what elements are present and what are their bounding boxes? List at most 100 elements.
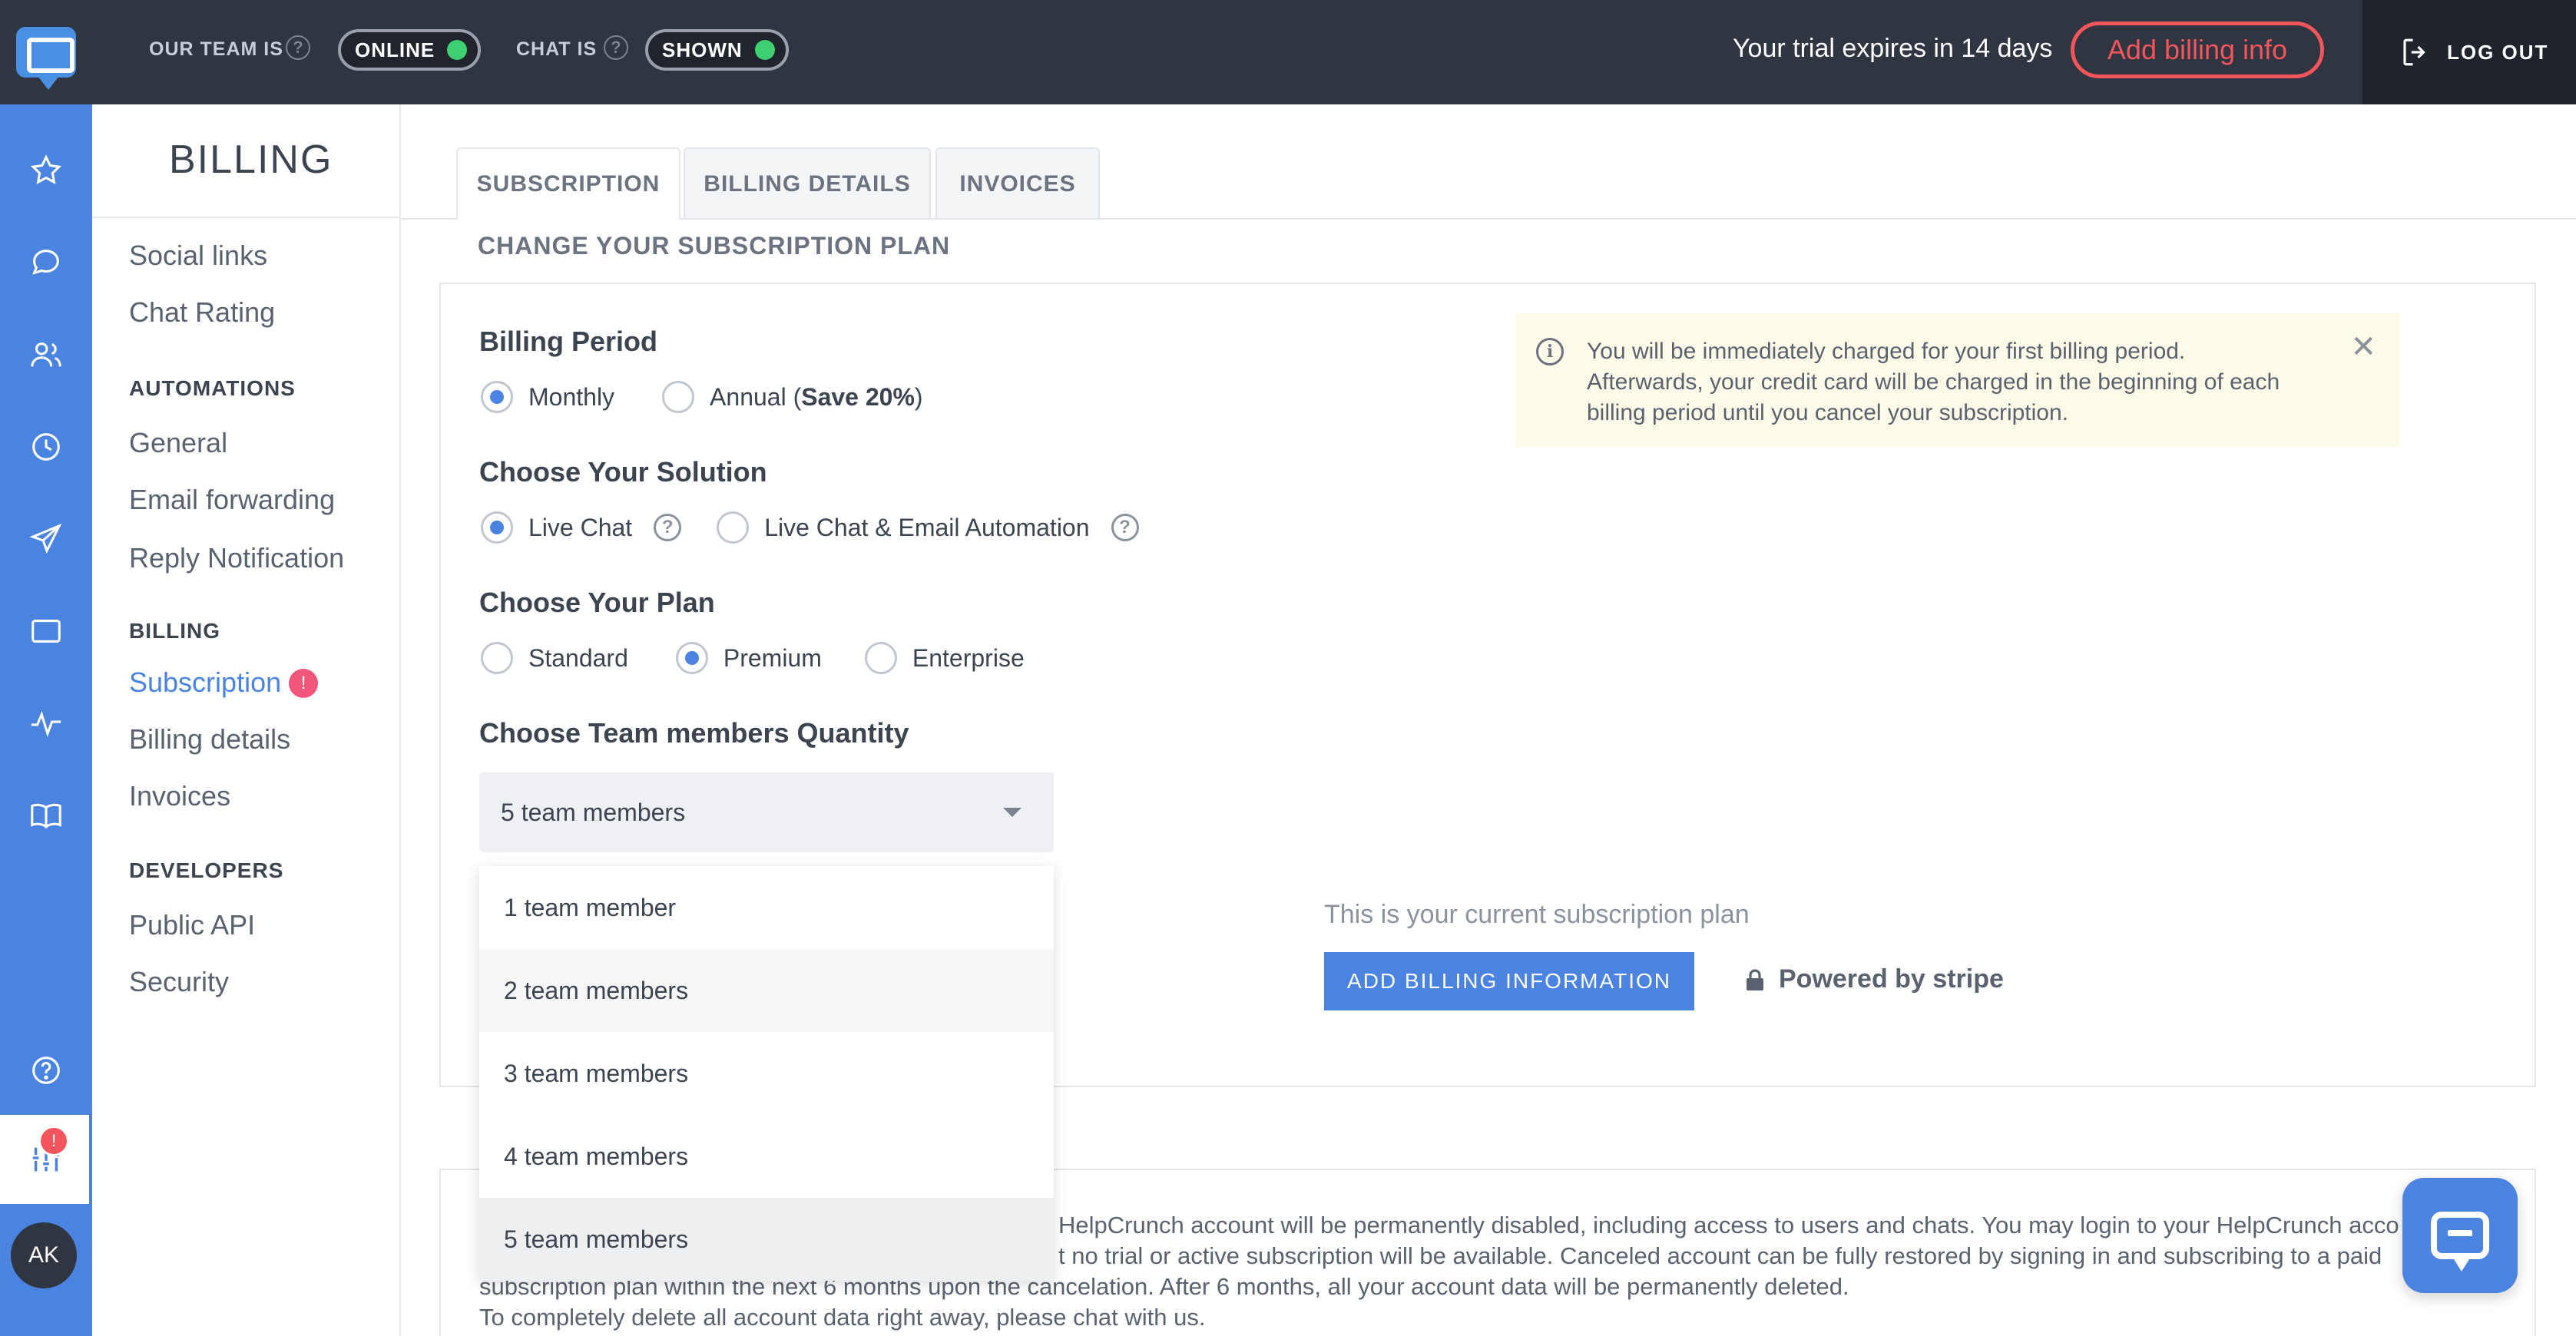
star-icon[interactable] xyxy=(28,152,65,189)
add-billing-info-button[interactable]: Add billing info xyxy=(2071,21,2324,78)
monthly-label: Monthly xyxy=(528,382,615,411)
dropdown-option-3[interactable]: 3 team members xyxy=(479,1032,1054,1115)
help-icon[interactable] xyxy=(28,1052,65,1089)
sidebar-item-invoices[interactable]: Invoices xyxy=(129,780,230,812)
chat-status-value: SHOWN xyxy=(662,38,743,61)
sidebar-item-chat-rating[interactable]: Chat Rating xyxy=(129,296,275,329)
close-icon[interactable]: ✕ xyxy=(2350,332,2376,362)
plan-title: Choose Your Plan xyxy=(479,587,715,618)
sidebar-item-public-api[interactable]: Public API xyxy=(129,909,255,941)
shown-dot-icon xyxy=(754,40,775,60)
current-plan-text: This is your current subscription plan xyxy=(1324,900,1750,929)
section-title: CHANGE YOUR SUBSCRIPTION PLAN xyxy=(478,232,951,260)
notice-line-2: Afterwards, your credit card will be cha… xyxy=(1587,369,2280,395)
sidebar-item-reply-notification[interactable]: Reply Notification xyxy=(129,542,344,574)
sidebar-item-social-links[interactable]: Social links xyxy=(129,240,267,272)
chat-widget-button[interactable] xyxy=(2402,1178,2518,1293)
app-logo[interactable] xyxy=(0,0,92,104)
radio-annual[interactable] xyxy=(662,381,695,413)
dropdown-option-1[interactable]: 1 team member xyxy=(479,866,1054,949)
plan-premium[interactable]: Premium xyxy=(675,642,822,674)
powered-by-stripe: Powered by stripe xyxy=(1745,964,2004,994)
radio-enterprise[interactable] xyxy=(864,642,897,674)
dropdown-option-5[interactable]: 5 team members xyxy=(479,1198,1054,1281)
team-online-toggle[interactable]: ONLINE xyxy=(338,29,482,71)
team-help-icon[interactable]: ? xyxy=(286,35,310,60)
radio-live-chat-email[interactable] xyxy=(717,511,750,544)
page-title: BILLING xyxy=(169,137,333,182)
sidebar-heading-billing: BILLING xyxy=(129,619,220,643)
info-icon: i xyxy=(1536,338,1564,365)
trial-expiry-text: Your trial expires in 14 days xyxy=(1733,34,2053,63)
chat-status-label: CHAT IS xyxy=(516,38,598,60)
window-icon[interactable] xyxy=(28,613,65,650)
team-status-label: OUR TEAM IS xyxy=(149,38,283,60)
solution-options: Live Chat ? Live Chat & Email Automation… xyxy=(481,511,1182,544)
dropdown-option-2[interactable]: 2 team members xyxy=(479,949,1054,1032)
premium-label: Premium xyxy=(723,643,822,672)
book-icon[interactable] xyxy=(28,797,65,834)
sidebar-item-email-forwarding[interactable]: Email forwarding xyxy=(129,484,335,516)
settings-sidebar xyxy=(92,104,401,1336)
sidebar-item-subscription-label: Subscription xyxy=(129,666,282,698)
cancel-text-line-4: To completely delete all account data ri… xyxy=(479,1304,1206,1331)
dropdown-option-4[interactable]: 4 team members xyxy=(479,1115,1054,1198)
tab-subscription[interactable]: SUBSCRIPTION xyxy=(456,147,680,220)
tab-billing-details[interactable]: BILLING DETAILS xyxy=(684,147,931,218)
enterprise-label: Enterprise xyxy=(912,643,1025,672)
users-icon[interactable] xyxy=(28,336,65,373)
sidebar-item-billing-details[interactable]: Billing details xyxy=(129,723,290,756)
tab-invoices[interactable]: INVOICES xyxy=(935,147,1100,218)
online-dot-icon xyxy=(447,40,468,60)
team-quantity-select[interactable]: 5 team members xyxy=(479,772,1054,852)
chat-widget-icon xyxy=(2431,1212,2489,1272)
annual-save-label: Save 20% xyxy=(801,382,915,411)
logout-button[interactable]: LOG OUT xyxy=(2362,0,2576,104)
notice-line-1: You will be immediately charged for your… xyxy=(1587,339,2186,364)
chat-shown-toggle[interactable]: SHOWN xyxy=(645,29,789,71)
activity-icon[interactable] xyxy=(28,705,65,742)
live-chat-email-label: Live Chat & Email Automation xyxy=(764,513,1090,541)
notice-line-3: billing period until you cancel your sub… xyxy=(1587,400,2069,425)
standard-label: Standard xyxy=(528,643,628,672)
solution-title: Choose Your Solution xyxy=(479,456,767,488)
live-chat-help-icon[interactable]: ? xyxy=(654,514,682,541)
caret-down-icon xyxy=(1003,808,1021,817)
billing-period-options: Monthly Annual (Save 20%) xyxy=(481,381,966,413)
live-chat-email-help-icon[interactable]: ? xyxy=(1111,514,1139,541)
team-quantity-value: 5 team members xyxy=(501,798,686,826)
sidebar-heading-developers: DEVELOPERS xyxy=(129,858,284,882)
team-status-value: ONLINE xyxy=(355,38,435,61)
charge-notice: i You will be immediately charged for yo… xyxy=(1516,313,2399,447)
radio-standard[interactable] xyxy=(481,642,513,674)
sidebar-item-general[interactable]: General xyxy=(129,427,227,459)
add-billing-information-button[interactable]: ADD BILLING INFORMATION xyxy=(1324,952,1694,1010)
logo-chat-icon xyxy=(16,27,76,90)
radio-live-chat[interactable] xyxy=(481,511,513,544)
radio-monthly[interactable] xyxy=(481,381,513,413)
plan-enterprise[interactable]: Enterprise xyxy=(864,642,1025,674)
billing-period-annual[interactable]: Annual (Save 20%) xyxy=(662,381,923,413)
solution-live-chat[interactable]: Live Chat ? xyxy=(481,511,682,544)
logout-icon xyxy=(2403,38,2425,66)
sidebar-item-subscription[interactable]: Subscription! xyxy=(129,666,319,699)
user-avatar[interactable]: AK xyxy=(11,1222,77,1288)
cancel-text-line-2: t no trial or active subscription will b… xyxy=(1058,1242,2382,1269)
sidebar-item-security[interactable]: Security xyxy=(129,966,229,998)
send-icon[interactable] xyxy=(28,521,65,557)
powered-by-label: Powered by stripe xyxy=(1779,964,2004,994)
plan-options: Standard Premium Enterprise xyxy=(481,642,1068,674)
chat-help-icon[interactable]: ? xyxy=(604,35,628,60)
settings-alert-badge: ! xyxy=(38,1126,69,1156)
radio-premium[interactable] xyxy=(675,642,708,674)
team-quantity-dropdown: 1 team member 2 team members 3 team memb… xyxy=(479,866,1054,1281)
solution-live-chat-email[interactable]: Live Chat & Email Automation ? xyxy=(717,511,1139,544)
cancel-text-line-1: HelpCrunch account will be permanently d… xyxy=(1058,1212,2399,1238)
plan-standard[interactable]: Standard xyxy=(481,642,628,674)
annual-label: Annual ( xyxy=(710,382,802,411)
billing-period-monthly[interactable]: Monthly xyxy=(481,381,614,413)
chat-bubble-icon[interactable] xyxy=(28,244,65,281)
billing-period-title: Billing Period xyxy=(479,326,658,357)
annual-close-paren: ) xyxy=(914,382,923,411)
clock-icon[interactable] xyxy=(28,428,65,465)
